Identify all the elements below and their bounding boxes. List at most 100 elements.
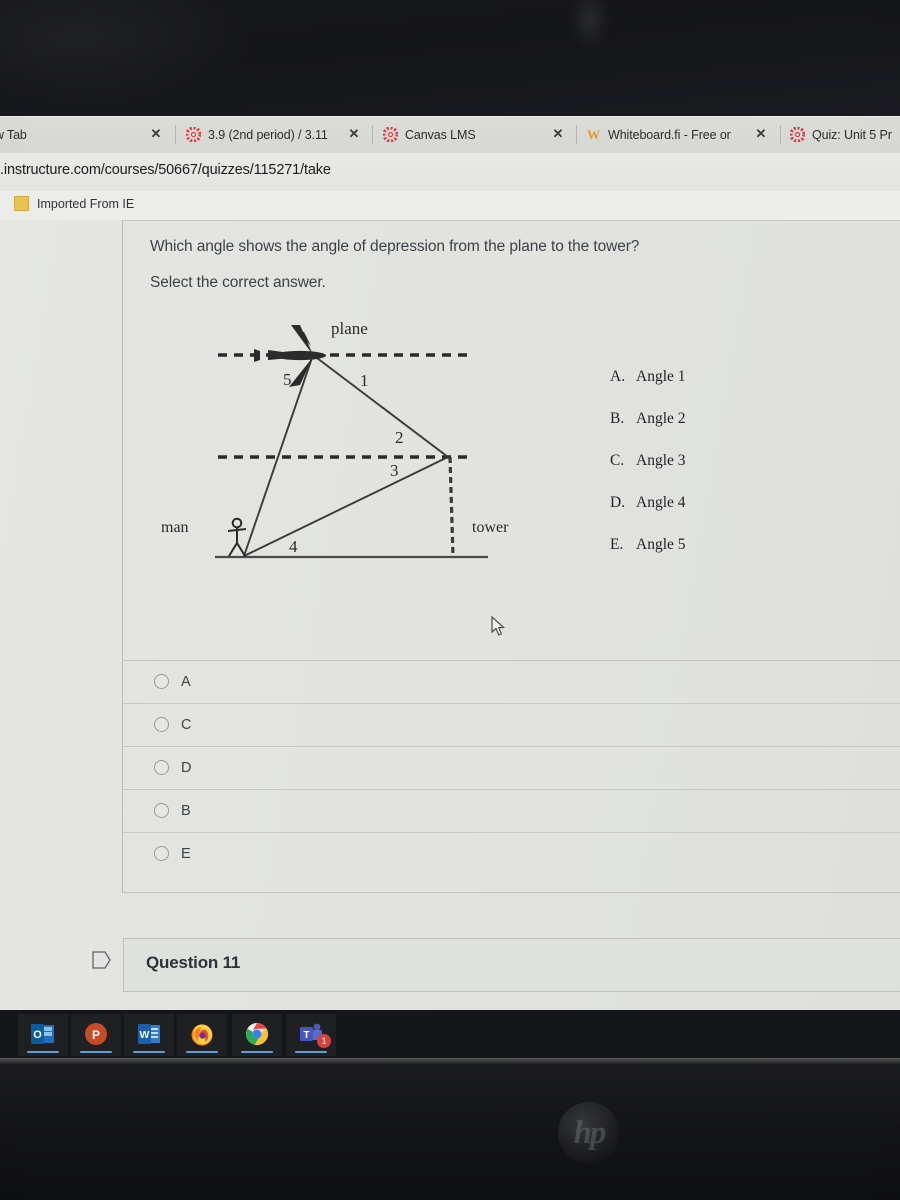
tab-title: Quiz: Unit 5 Pr bbox=[812, 127, 892, 142]
tab-divider bbox=[780, 125, 781, 144]
taskbar-item-teams[interactable]: T 1 bbox=[286, 1014, 336, 1056]
svg-text:O: O bbox=[33, 1029, 42, 1041]
tab-close-button[interactable]: ✕ bbox=[347, 127, 361, 141]
hp-logo: hp bbox=[558, 1102, 620, 1164]
answers-bottom-rule bbox=[123, 892, 900, 893]
image-answer-choices: A. Angle 1 B. Angle 2 C. Angle 3 D. Angl… bbox=[610, 368, 686, 578]
answer-label: B bbox=[181, 803, 191, 819]
image-choice-letter: C. bbox=[610, 452, 625, 469]
taskbar-item-word[interactable]: W bbox=[124, 1014, 174, 1056]
image-choice-text: Angle 5 bbox=[636, 536, 686, 553]
figure-angle-label-5: 5 bbox=[283, 370, 292, 389]
image-choice-c: C. Angle 3 bbox=[610, 452, 686, 494]
taskbar-item-chrome[interactable] bbox=[232, 1014, 282, 1056]
image-choice-e: E. Angle 5 bbox=[610, 536, 686, 578]
tower-vertical-dashed-line bbox=[448, 456, 455, 557]
bookmark-imported-from-ie[interactable]: Imported From IE bbox=[14, 196, 134, 211]
tab-divider bbox=[576, 125, 577, 144]
browser-tab-new-tab[interactable]: ew Tab bbox=[0, 116, 138, 153]
canvas-icon bbox=[383, 127, 398, 142]
address-bar[interactable]: .instructure.com/courses/50667/quizzes/1… bbox=[0, 153, 900, 191]
image-choice-letter: A. bbox=[610, 368, 626, 385]
tab-title: Canvas LMS bbox=[405, 127, 476, 142]
tab-title: 3.9 (2nd period) / 3.11 bbox=[208, 127, 328, 142]
figure-angle-label-1: 1 bbox=[360, 371, 369, 390]
image-choice-d: D. Angle 4 bbox=[610, 494, 686, 536]
taskbar-running-indicator bbox=[133, 1051, 165, 1053]
hp-logo-text: hp bbox=[573, 1114, 607, 1151]
flag-icon[interactable] bbox=[92, 950, 111, 970]
url-text: .instructure.com/courses/50667/quizzes/1… bbox=[0, 162, 331, 178]
taskbar-running-indicator bbox=[27, 1051, 59, 1053]
svg-text:T: T bbox=[303, 1030, 309, 1041]
svg-text:W: W bbox=[140, 1029, 150, 1041]
answer-row-a[interactable]: A bbox=[123, 660, 900, 703]
dark-screen-area bbox=[0, 0, 900, 118]
browser-tab-whiteboard-fi[interactable]: W Whiteboard.fi - Free or bbox=[586, 116, 751, 153]
image-choice-letter: D. bbox=[610, 494, 626, 511]
radio-button[interactable] bbox=[154, 803, 169, 818]
tab-close-button[interactable]: ✕ bbox=[551, 127, 565, 141]
svg-text:W: W bbox=[587, 127, 600, 142]
svg-text:P: P bbox=[92, 1028, 100, 1042]
question-prompt-line1: Which angle shows the angle of depressio… bbox=[150, 238, 640, 255]
image-choice-text: Angle 2 bbox=[636, 410, 686, 427]
figure-angle-label-2: 2 bbox=[395, 428, 404, 447]
question-11-header[interactable]: Question 11 bbox=[123, 938, 900, 992]
browser-tab-3-9-2nd-period[interactable]: 3.9 (2nd period) / 3.11 bbox=[186, 116, 341, 153]
outlook-icon: O bbox=[31, 1024, 54, 1044]
radio-button[interactable] bbox=[154, 846, 169, 861]
screen-glare bbox=[570, 0, 610, 50]
taskbar-running-indicator bbox=[186, 1051, 218, 1053]
browser-tab-strip: ew Tab ✕ 3.9 (2nd period) / 3.11 ✕ Canva… bbox=[0, 116, 900, 153]
answer-row-e[interactable]: E bbox=[123, 832, 900, 875]
radio-button[interactable] bbox=[154, 760, 169, 775]
figure-label-plane: plane bbox=[331, 319, 368, 338]
figure-angle-label-4: 4 bbox=[289, 537, 298, 556]
plane-to-tower-line bbox=[312, 354, 449, 458]
question-box-top-rule bbox=[122, 220, 900, 221]
image-choice-text: Angle 1 bbox=[636, 368, 686, 385]
windows-taskbar: O P W T 1 bbox=[0, 1010, 900, 1058]
image-choice-text: Angle 3 bbox=[636, 452, 686, 469]
figure-label-man: man bbox=[161, 519, 189, 536]
taskbar-running-indicator bbox=[241, 1051, 273, 1053]
question-prompt: Which angle shows the angle of depressio… bbox=[150, 238, 770, 292]
bookmarks-bar: Imported From IE bbox=[0, 191, 900, 221]
question-11-title: Question 11 bbox=[146, 953, 241, 972]
tab-close-button[interactable]: ✕ bbox=[149, 127, 163, 141]
tab-title: ew Tab bbox=[0, 127, 27, 142]
folder-icon bbox=[14, 196, 29, 211]
taskbar-item-powerpoint[interactable]: P bbox=[71, 1014, 121, 1056]
radio-button[interactable] bbox=[154, 717, 169, 732]
tab-close-button[interactable]: ✕ bbox=[754, 127, 768, 141]
mouse-cursor bbox=[491, 616, 506, 636]
teams-badge: 1 bbox=[317, 1034, 331, 1048]
laptop-bezel bbox=[0, 1058, 900, 1200]
man-to-tower-line bbox=[243, 456, 449, 557]
bookmark-label: Imported From IE bbox=[37, 196, 135, 211]
taskbar-running-indicator bbox=[80, 1051, 112, 1053]
answer-row-d[interactable]: D bbox=[123, 746, 900, 789]
answer-row-b[interactable]: B bbox=[123, 789, 900, 832]
answer-options-list: A C D B E bbox=[123, 660, 900, 875]
answer-row-c[interactable]: C bbox=[123, 703, 900, 746]
screen-smudge bbox=[0, 0, 260, 110]
screenshot-root: ew Tab ✕ 3.9 (2nd period) / 3.11 ✕ Canva… bbox=[0, 0, 900, 1200]
answer-label: D bbox=[181, 760, 192, 776]
browser-tab-quiz-unit-5[interactable]: Quiz: Unit 5 Pr bbox=[790, 116, 900, 153]
angle-of-depression-figure: plane man tower 1 2 3 4 5 bbox=[150, 315, 530, 575]
image-choice-b: B. Angle 2 bbox=[610, 410, 686, 452]
radio-button[interactable] bbox=[154, 674, 169, 689]
stick-figure-man-icon bbox=[227, 517, 247, 557]
powerpoint-icon: P bbox=[85, 1023, 107, 1045]
answer-label: E bbox=[181, 846, 191, 862]
browser-tab-canvas-lms[interactable]: Canvas LMS bbox=[383, 116, 543, 153]
chrome-icon bbox=[246, 1023, 268, 1045]
tab-divider bbox=[372, 125, 373, 144]
bezel-highlight-strip bbox=[0, 1058, 900, 1064]
taskbar-item-firefox[interactable] bbox=[177, 1014, 227, 1056]
figure-label-tower: tower bbox=[472, 519, 509, 536]
word-icon: W bbox=[138, 1024, 160, 1044]
taskbar-item-outlook[interactable]: O bbox=[18, 1014, 68, 1056]
